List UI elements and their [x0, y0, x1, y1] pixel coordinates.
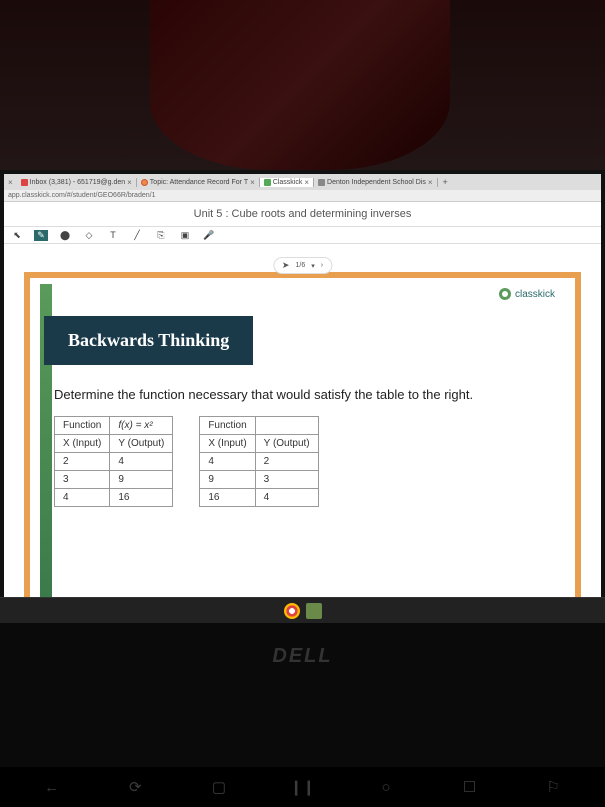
cell: 4 [55, 489, 110, 507]
cell: 2 [255, 453, 318, 471]
assignment-title: Unit 5 : Cube roots and determining inve… [4, 202, 601, 226]
app-icon[interactable] [306, 603, 322, 619]
cell: Y (Output) [255, 435, 318, 453]
dropdown-icon[interactable]: ▾ [311, 262, 315, 270]
fabric-shape [150, 0, 450, 170]
cell: 16 [200, 489, 255, 507]
slide-title: Backwards Thinking [44, 316, 253, 365]
pointer-tool[interactable]: ⬉ [10, 230, 24, 241]
bookmark-icon[interactable]: ☐ [460, 777, 480, 797]
chrome-icon[interactable] [284, 603, 300, 619]
tab-label: Inbox (3,381) - 651719@g.den [30, 179, 125, 186]
refresh-icon[interactable]: ⟳ [125, 777, 145, 797]
canvas-icon [141, 179, 148, 186]
header-cell: Function [200, 417, 255, 435]
classkick-app: Unit 5 : Cube roots and determining inve… [4, 202, 601, 612]
close-icon[interactable]: × [127, 178, 132, 187]
cell: 4 [200, 453, 255, 471]
image-tool[interactable]: ▣ [178, 230, 192, 241]
new-tab-button[interactable]: + [438, 177, 453, 187]
slide-frame: classkick Backwards Thinking Determine t… [24, 272, 581, 612]
cell: X (Input) [55, 435, 110, 453]
next-page-icon[interactable]: › [321, 262, 323, 269]
android-nav-bar: ← ⟳ ▢ ❙❙ ○ ☐ ⚐ [0, 767, 605, 807]
classkick-icon [264, 179, 271, 186]
recent-icon[interactable]: ▢ [209, 777, 229, 797]
home-icon[interactable]: ○ [376, 777, 396, 797]
page-indicator: 1/6 [295, 262, 305, 269]
pause-icon[interactable]: ❙❙ [292, 777, 312, 797]
cursor-icon: ➤ [282, 260, 290, 271]
cell: 2 [55, 453, 110, 471]
gmail-icon [21, 179, 28, 186]
toolbar: ⬉ ✎ ⬤ ◇ T ╱ ⎘ ▣ 🎤 [4, 226, 601, 244]
cell: 9 [110, 471, 173, 489]
pen-tool[interactable]: ✎ [34, 230, 48, 241]
cell: 3 [255, 471, 318, 489]
tab-label: Classkick [273, 179, 303, 186]
eraser-tool[interactable]: ◇ [82, 230, 96, 241]
flag-icon[interactable]: ⚐ [543, 777, 563, 797]
prompt-text: Determine the function necessary that wo… [54, 387, 557, 402]
cell: 9 [200, 471, 255, 489]
cell: 3 [55, 471, 110, 489]
cell: 16 [110, 489, 173, 507]
tab-classkick[interactable]: Classkick × [260, 178, 314, 187]
cell: 4 [255, 489, 318, 507]
cell: X (Input) [200, 435, 255, 453]
classkick-logo: classkick [499, 288, 555, 300]
tab-label: Denton Independent School Dis [327, 179, 426, 186]
text-tool[interactable]: T [106, 230, 120, 240]
tab-label: Topic: Attendance Record For T [150, 179, 248, 186]
tab-denton[interactable]: Denton Independent School Dis × [314, 178, 438, 187]
cell: Y (Output) [110, 435, 173, 453]
chromeos-shelf [0, 597, 605, 623]
function-cell-blank[interactable] [255, 417, 318, 435]
window-close-icon[interactable]: × [4, 178, 17, 187]
tab-attendance[interactable]: Topic: Attendance Record For T × [137, 178, 260, 187]
logo-text: classkick [515, 289, 555, 300]
function-cell: f(x) = x² [110, 417, 173, 435]
browser-tab-strip: × Inbox (3,381) - 651719@g.den × Topic: … [4, 174, 601, 190]
tab-inbox[interactable]: Inbox (3,381) - 651719@g.den × [17, 178, 137, 187]
highlighter-tool[interactable]: ⬤ [58, 230, 72, 241]
link-tool[interactable]: ⎘ [154, 230, 168, 241]
cell: 4 [110, 453, 173, 471]
table-right: Function X (Input)Y (Output) 42 93 164 [199, 416, 318, 507]
mic-tool[interactable]: 🎤 [202, 230, 216, 241]
laptop-screen: × Inbox (3,381) - 651719@g.den × Topic: … [0, 170, 605, 612]
url-bar[interactable]: app.classkick.com/#/student/GEO66R/brade… [4, 190, 601, 202]
header-cell: Function [55, 417, 110, 435]
tables-row: Functionf(x) = x² X (Input)Y (Output) 24… [48, 416, 557, 507]
site-icon [318, 179, 325, 186]
close-icon[interactable]: × [304, 178, 309, 187]
slide-content: classkick Backwards Thinking Determine t… [30, 278, 575, 606]
dell-logo: DELL [272, 645, 332, 668]
close-icon[interactable]: × [428, 178, 433, 187]
back-icon[interactable]: ← [42, 777, 62, 797]
logo-mark-icon [499, 288, 511, 300]
close-icon[interactable]: × [250, 178, 255, 187]
line-tool[interactable]: ╱ [130, 230, 144, 241]
page-nav[interactable]: ➤ 1/6 ▾ › [273, 257, 332, 274]
table-left: Functionf(x) = x² X (Input)Y (Output) 24… [54, 416, 173, 507]
